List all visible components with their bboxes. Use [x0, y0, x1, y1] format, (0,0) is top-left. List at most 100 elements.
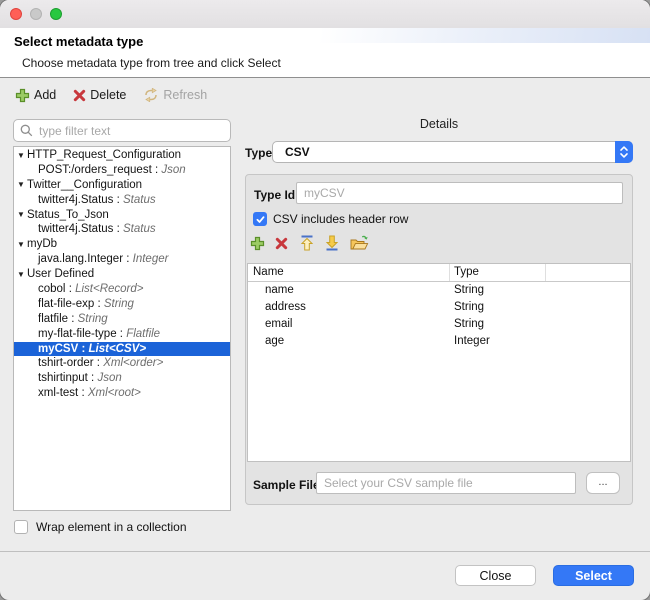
add-button[interactable]: Add [15, 88, 56, 103]
delete-button[interactable]: Delete [73, 88, 126, 102]
tree-item[interactable]: cobol : List<Record> [14, 282, 230, 297]
tree-group-label: Twitter__Configuration [27, 179, 142, 191]
type-label: Type [245, 146, 272, 160]
checkmark-icon [255, 214, 266, 225]
tree-item-separator: : [123, 253, 133, 265]
tree-item[interactable]: xml-test : Xml<root> [14, 386, 230, 401]
tree-item-separator: : [152, 164, 162, 176]
traffic-lights [10, 8, 62, 20]
csv-header-row[interactable]: CSV includes header row [253, 212, 408, 226]
csv-header-checkbox[interactable] [253, 212, 267, 226]
field-type-cell: String [450, 299, 546, 316]
tree-item-separator: : [78, 387, 88, 399]
tree-item[interactable]: tshirt-order : Xml<order> [14, 356, 230, 371]
tree-item[interactable]: myCSV : List<CSV> [14, 342, 230, 357]
add-field-button[interactable] [250, 234, 275, 252]
tree-item[interactable]: java.lang.Integer : Integer [14, 252, 230, 267]
details-section-title: Details [245, 117, 633, 131]
tree-item[interactable]: flat-file-exp : String [14, 297, 230, 312]
column-header-type[interactable]: Type [450, 264, 546, 281]
tree-item-type: Flatfile [126, 328, 160, 340]
tree-item-separator: : [66, 283, 76, 295]
wrap-element-checkbox[interactable] [14, 520, 28, 534]
tree-item-separator: : [94, 357, 104, 369]
fields-table[interactable]: Name Type nameStringaddressStringemailSt… [247, 263, 631, 462]
browse-button[interactable]: ... [586, 472, 620, 494]
tree-item-type: List<Record> [75, 283, 143, 295]
tree-item[interactable]: POST:/orders_request : Json [14, 163, 230, 178]
tree-item-name: flatfile [38, 313, 68, 325]
header-gradient-decoration [320, 28, 650, 43]
delete-field-button[interactable] [275, 234, 300, 252]
wrap-element-row[interactable]: Wrap element in a collection [14, 520, 187, 534]
collapse-triangle-icon[interactable]: ▼ [17, 208, 27, 223]
tree-item-name: tshirt-order [38, 357, 94, 369]
arrow-down-icon [325, 235, 339, 251]
tree-group[interactable]: ▼Twitter__Configuration [14, 178, 230, 193]
move-up-button[interactable] [300, 234, 325, 252]
table-row[interactable]: nameString [248, 282, 630, 299]
metadata-tree[interactable]: ▼HTTP_Request_ConfigurationPOST:/orders_… [13, 146, 231, 511]
tree-item-type: Json [161, 164, 185, 176]
type-combo[interactable]: CSV [272, 141, 633, 163]
close-window-icon[interactable] [10, 8, 22, 20]
combo-stepper-icon[interactable] [615, 141, 633, 163]
open-folder-icon [350, 235, 369, 251]
select-button[interactable]: Select [553, 565, 634, 586]
titlebar[interactable] [0, 0, 650, 28]
tree-item-separator: : [78, 343, 88, 355]
collapse-triangle-icon[interactable]: ▼ [17, 268, 27, 283]
type-id-input[interactable] [296, 182, 623, 204]
move-down-button[interactable] [325, 234, 350, 252]
filter-field[interactable] [13, 119, 231, 142]
tree-group[interactable]: ▼myDb [14, 237, 230, 252]
tree-item-type: String [78, 313, 108, 325]
tree-item-separator: : [68, 313, 78, 325]
dialog-title: Select metadata type [14, 34, 143, 49]
tree-item-separator: : [117, 328, 127, 340]
tree-group[interactable]: ▼Status_To_Json [14, 208, 230, 223]
tree-item-name: tshirtinput [38, 372, 88, 384]
plus-icon [250, 236, 265, 251]
tree-item-type: Json [97, 372, 121, 384]
table-row[interactable]: addressString [248, 299, 630, 316]
tree-item-type: Status [123, 194, 156, 206]
tree-item[interactable]: my-flat-file-type : Flatfile [14, 327, 230, 342]
fields-table-header: Name Type [248, 264, 630, 282]
field-type-cell: String [450, 316, 546, 333]
tree-group[interactable]: ▼User Defined [14, 267, 230, 282]
column-header-name[interactable]: Name [248, 264, 450, 281]
fields-table-body: nameStringaddressStringemailStringageInt… [248, 282, 630, 350]
sample-file-input[interactable] [316, 472, 576, 494]
delete-x-icon [275, 237, 288, 250]
minimize-window-icon[interactable] [30, 8, 42, 20]
tree-item-separator: : [113, 223, 123, 235]
table-row[interactable]: emailString [248, 316, 630, 333]
add-button-label: Add [34, 88, 56, 102]
type-combo-value: CSV [285, 145, 310, 159]
tree-item[interactable]: twitter4j.Status : Status [14, 193, 230, 208]
collapse-triangle-icon[interactable]: ▼ [17, 178, 27, 193]
close-button[interactable]: Close [455, 565, 536, 586]
import-fields-button[interactable] [350, 234, 375, 252]
csv-header-checkbox-label: CSV includes header row [273, 212, 408, 226]
table-row[interactable]: ageInteger [248, 333, 630, 350]
collapse-triangle-icon[interactable]: ▼ [17, 238, 27, 253]
zoom-window-icon[interactable] [50, 8, 62, 20]
field-extra-cell [546, 282, 630, 299]
collapse-triangle-icon[interactable]: ▼ [17, 149, 27, 164]
tree-item-type: Xml<order> [103, 357, 163, 369]
tree-item[interactable]: flatfile : String [14, 312, 230, 327]
field-name-cell: name [248, 282, 450, 299]
filter-input[interactable] [37, 123, 224, 139]
dialog-subtitle: Choose metadata type from tree and click… [22, 56, 281, 70]
tree-item[interactable]: tshirtinput : Json [14, 371, 230, 386]
tree-group-label: HTTP_Request_Configuration [27, 149, 181, 161]
delete-button-label: Delete [90, 88, 126, 102]
field-extra-cell [546, 333, 630, 350]
dialog-header: Select metadata type Choose metadata typ… [0, 28, 650, 77]
refresh-button[interactable]: Refresh [143, 88, 207, 102]
tree-item[interactable]: twitter4j.Status : Status [14, 222, 230, 237]
tree-group-label: Status_To_Json [27, 209, 109, 221]
tree-group[interactable]: ▼HTTP_Request_Configuration [14, 148, 230, 163]
